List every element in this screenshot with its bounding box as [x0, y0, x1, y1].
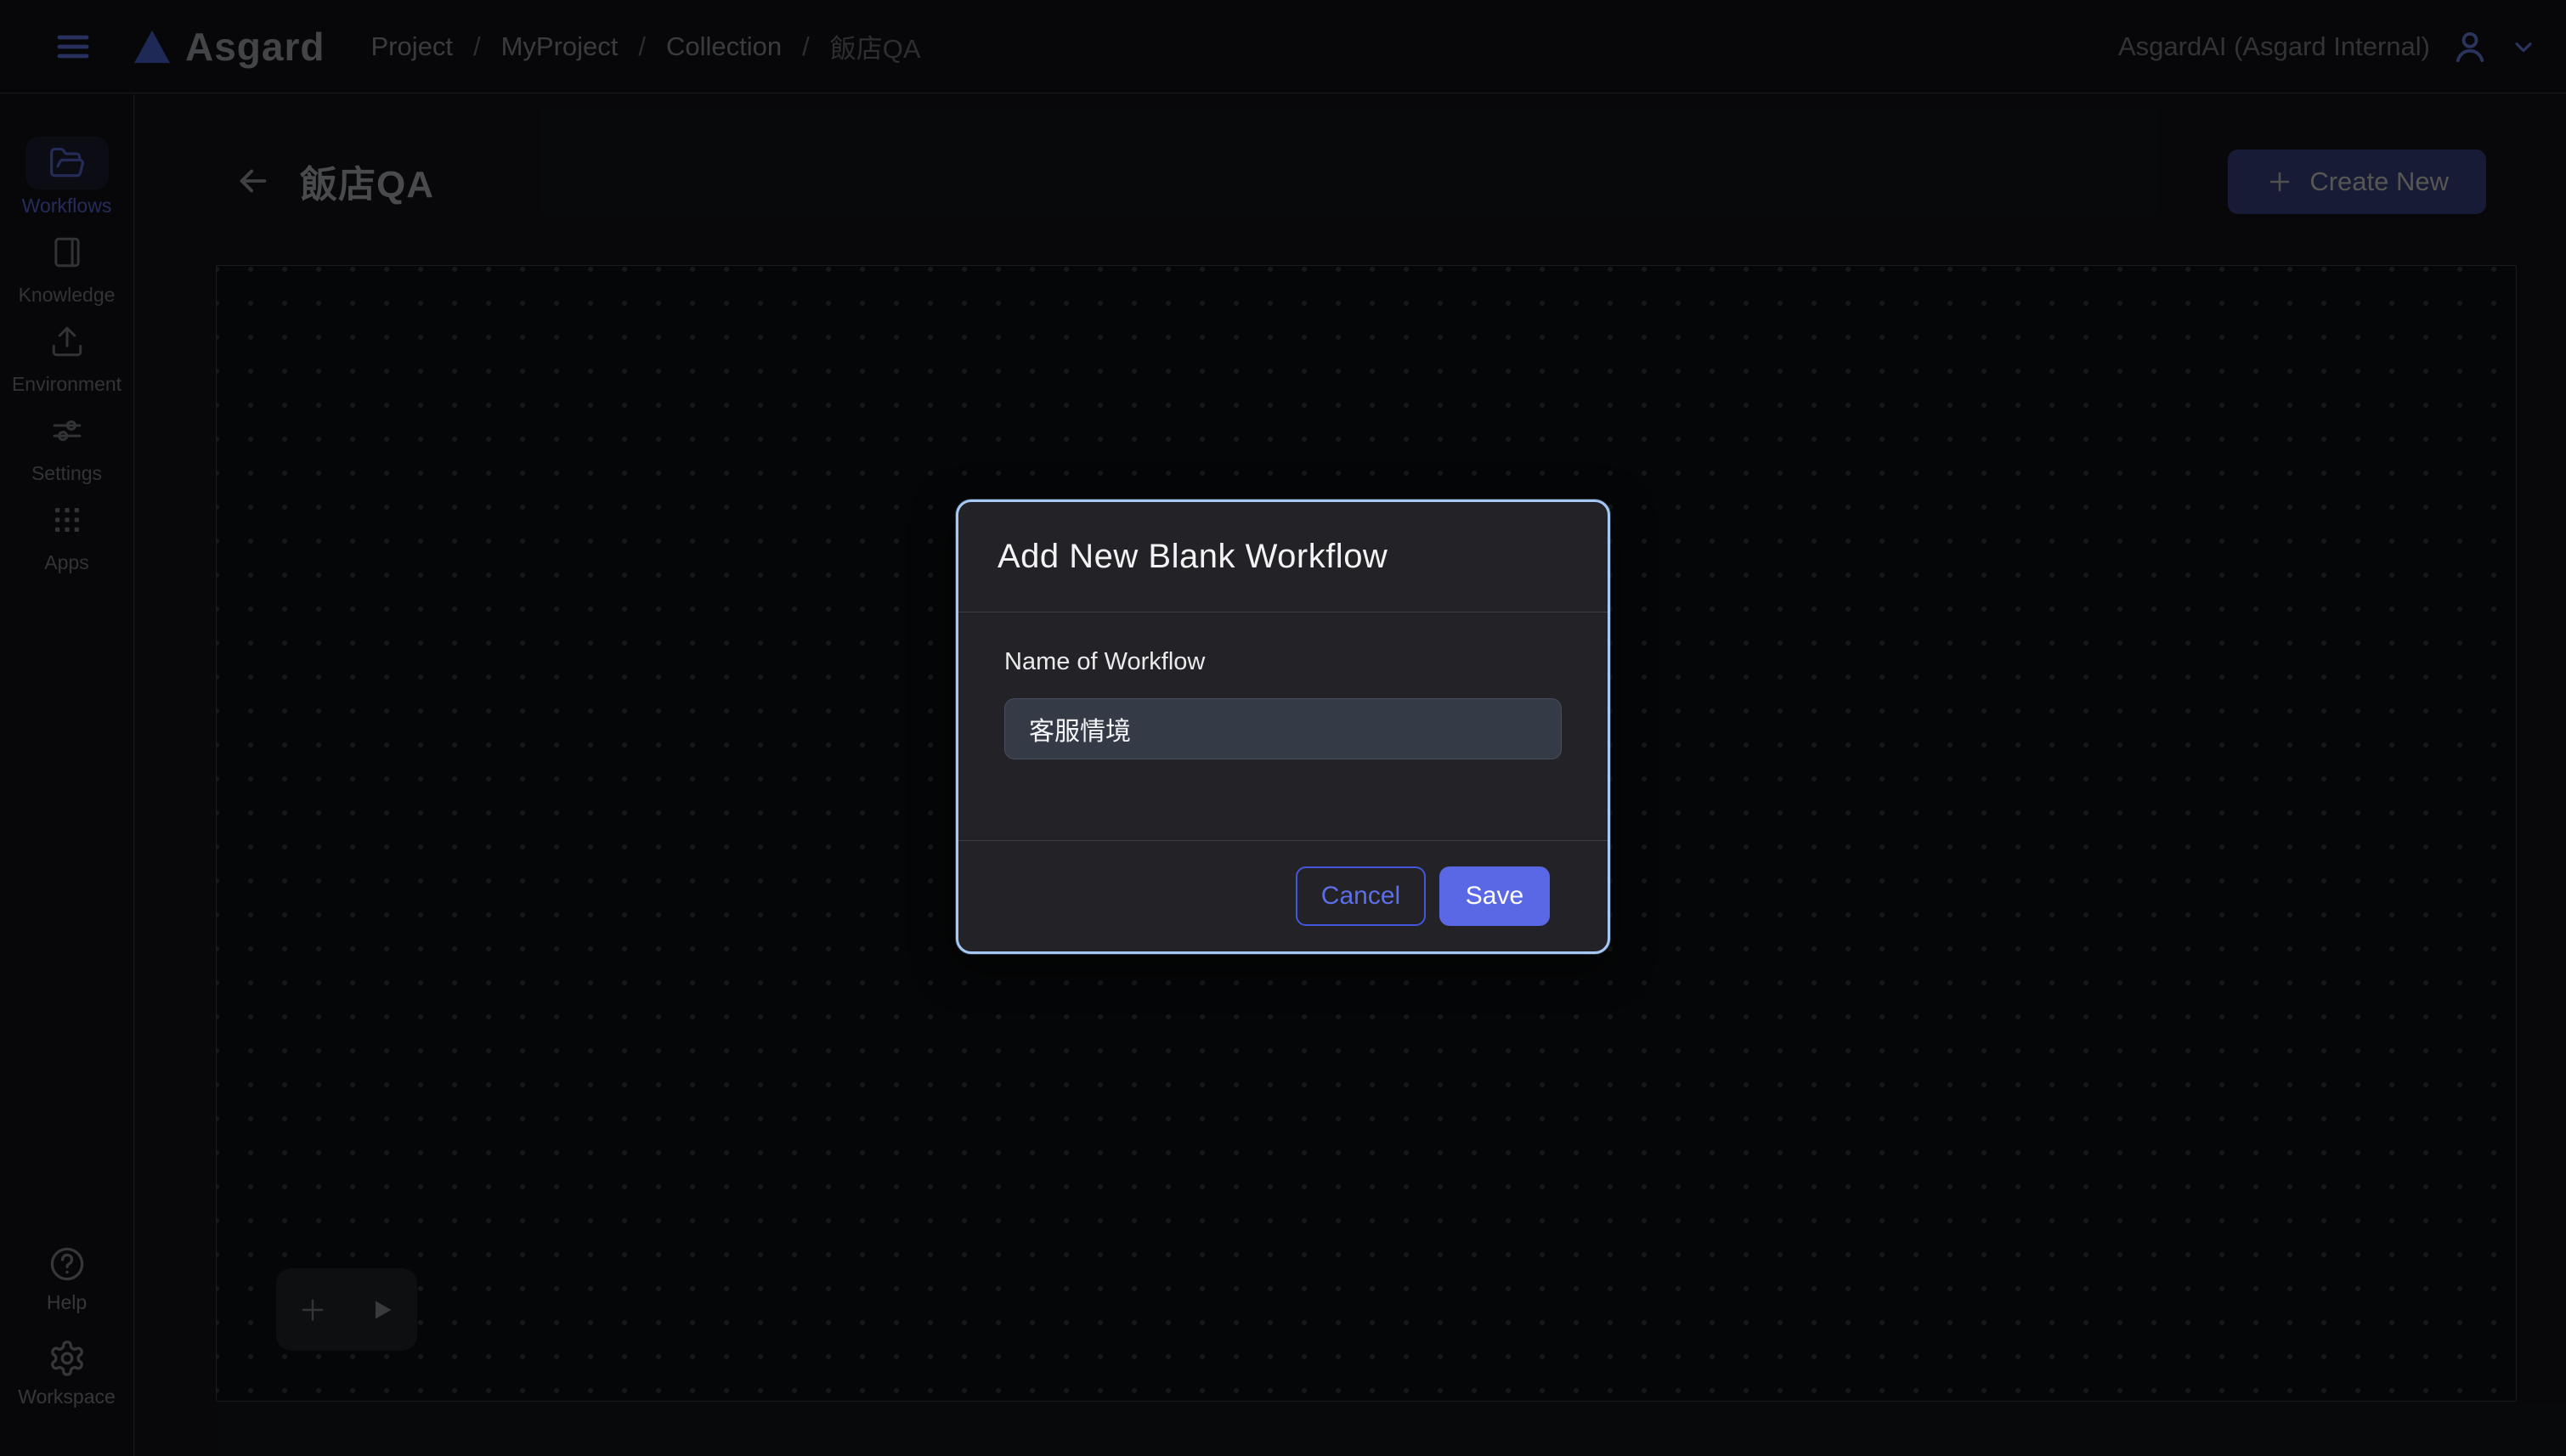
- app-root: Asgard Project / MyProject / Collection …: [0, 0, 2566, 1456]
- cancel-button[interactable]: Cancel: [1296, 866, 1426, 926]
- add-workflow-modal: Add New Blank Workflow Name of Workflow …: [956, 499, 1610, 954]
- modal-title: Add New Blank Workflow: [998, 538, 1388, 576]
- modal-header: Add New Blank Workflow: [958, 502, 1608, 612]
- workflow-name-input[interactable]: [1004, 698, 1562, 759]
- workflow-name-label: Name of Workflow: [1004, 648, 1562, 676]
- save-button[interactable]: Save: [1439, 866, 1550, 926]
- modal-body: Name of Workflow: [958, 612, 1608, 840]
- modal-footer: Cancel Save: [958, 840, 1608, 951]
